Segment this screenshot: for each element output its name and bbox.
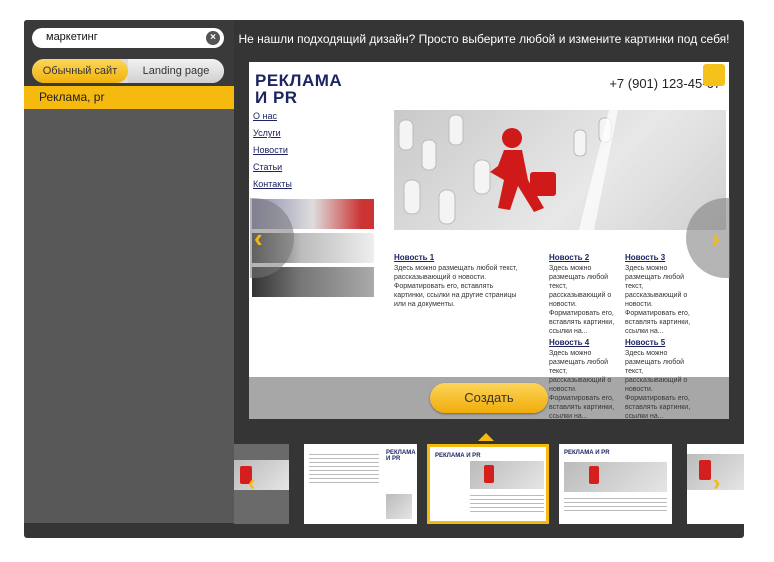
news-title: Новость 5	[625, 338, 666, 347]
preview-nav-item: Статьи	[253, 162, 283, 172]
thumb-title: РЕКЛАМА И PR	[386, 450, 416, 462]
running-man-image	[398, 110, 618, 230]
template-thumb-selected[interactable]: РЕКЛАМА И PR	[427, 444, 549, 524]
preview-hero-image	[394, 110, 726, 230]
chevron-left-icon: ‹	[254, 223, 263, 253]
template-thumb[interactable]: РЕКЛАМА И PR	[559, 444, 672, 524]
thumb-title: РЕКЛАМА И PR	[435, 453, 481, 459]
template-thumb[interactable]: РЕКЛАМА И PR	[304, 444, 417, 524]
thumbs-next-button[interactable]: ›	[713, 470, 720, 496]
search-query: маркетинг	[46, 31, 98, 43]
template-thumb[interactable]	[234, 444, 289, 524]
thumb-image	[470, 461, 544, 489]
thumb-image	[564, 462, 667, 492]
thumb-text-lines	[470, 495, 544, 515]
news-title: Новость 4	[549, 338, 590, 347]
preview-nav: О нас Услуги Новости Статьи Контакты	[253, 111, 292, 196]
thumb-figure	[589, 466, 599, 484]
news-text: Здесь можно размещать любой текст, расск…	[549, 265, 615, 335]
tab-landing-page[interactable]: Landing page	[128, 59, 224, 83]
create-button[interactable]: Создать	[430, 383, 548, 413]
search-input[interactable]: маркетинг ×	[32, 28, 224, 48]
news-text: Здесь можно размещать любой текст, расск…	[625, 265, 691, 335]
thumb-title: РЕКЛАМА И PR	[564, 450, 610, 456]
chevron-left-icon: ‹	[248, 470, 256, 495]
news-text: Здесь можно размещать любой текст, расск…	[394, 265, 518, 308]
chevron-right-icon: ›	[713, 470, 721, 495]
thumbs-prev-button[interactable]: ‹	[248, 470, 255, 496]
thumb-image	[386, 494, 412, 519]
logo-icon	[703, 64, 725, 86]
preview-nav-item: Услуги	[253, 128, 281, 138]
thumb-text-lines	[309, 454, 379, 486]
sidebar-header: маркетинг × Обычный сайт Landing page	[24, 20, 234, 86]
news-title: Новость 1	[394, 253, 435, 262]
hint-text: Не нашли подходящий дизайн? Просто выбер…	[238, 32, 730, 46]
thumb-text-lines	[564, 498, 667, 514]
preview-title-line1: РЕКЛАМА	[255, 71, 343, 90]
preview-nav-item: Контакты	[253, 179, 292, 189]
news-title: Новость 2	[549, 253, 590, 262]
category-item-advertising[interactable]: Реклама, pr	[24, 86, 234, 109]
template-thumbnails: РЕКЛАМА И PR РЕКЛАМА И PR РЕКЛАМА И PR	[234, 440, 744, 528]
sidebar: маркетинг × Обычный сайт Landing page Ре…	[24, 20, 234, 523]
tab-regular-site[interactable]: Обычный сайт	[32, 59, 128, 83]
thumb-figure	[699, 460, 711, 480]
preview-nav-item: Новости	[253, 145, 288, 155]
preview-title-line2: И PR	[255, 88, 298, 107]
preview-title: РЕКЛАМА И PR	[255, 72, 342, 106]
news-item: Новость 3 Здесь можно размещать любой те…	[625, 253, 693, 336]
news-item: Новость 2 Здесь можно размещать любой те…	[549, 253, 617, 336]
preview-nav-item: О нас	[253, 111, 277, 121]
template-preview: РЕКЛАМА И PR +7 (901) 123-45-67 О нас Ус…	[249, 62, 729, 419]
news-item: Новость 1 Здесь можно размещать любой те…	[394, 253, 524, 309]
news-title: Новость 3	[625, 253, 666, 262]
site-type-switch: Обычный сайт Landing page	[32, 59, 224, 83]
thumb-figure	[484, 465, 494, 483]
close-icon[interactable]: ×	[206, 31, 220, 45]
chevron-right-icon: ›	[711, 223, 720, 253]
